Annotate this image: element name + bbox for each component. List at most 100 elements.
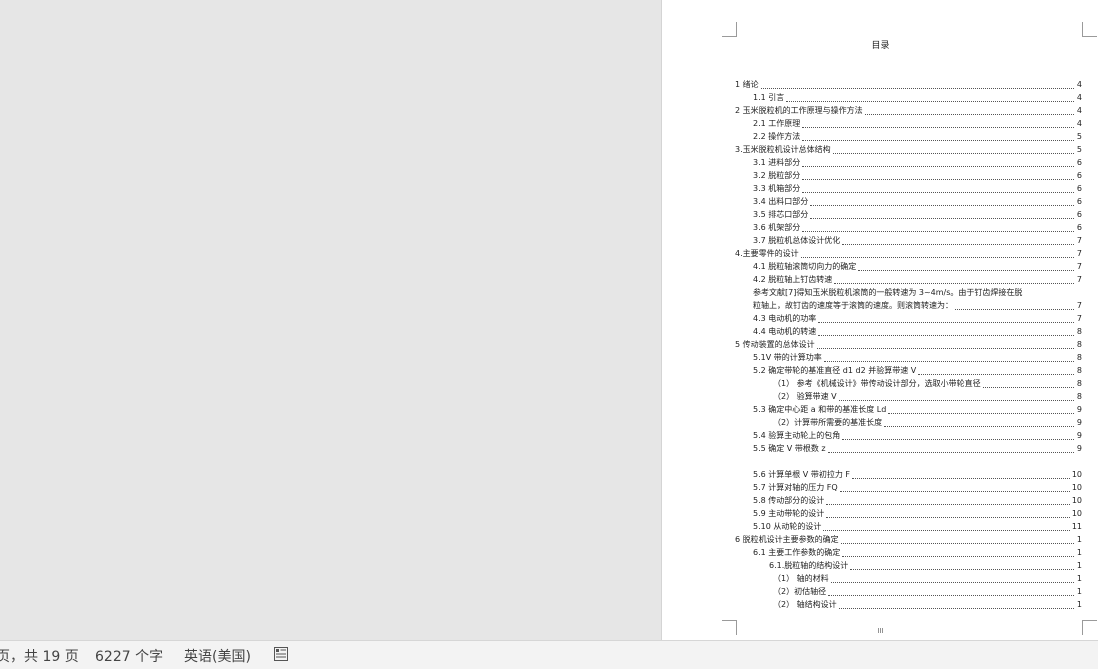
toc-leader-dots — [802, 178, 1074, 180]
toc-entry[interactable]: 1.1 引言 4 — [735, 91, 1082, 104]
toc-entry-page: 9 — [1076, 405, 1082, 414]
toc-entry[interactable]: （2） 轴结构设计 1 — [735, 598, 1082, 611]
toc-entry[interactable]: （2）计算带所需要的基准长度 9 — [735, 416, 1082, 429]
toc-entry-text: 5.1V 带的计算功率 — [753, 353, 822, 362]
toc-entry-page: 1 — [1076, 600, 1082, 609]
page-count-status[interactable]: 页，共 19 页 — [0, 646, 79, 666]
language-status[interactable]: 英语(美国) — [184, 646, 251, 666]
toc-entry-page: 4 — [1076, 80, 1082, 89]
toc-entry[interactable]: 5.1V 带的计算功率 8 — [735, 351, 1082, 364]
toc-entry-page: 1 — [1076, 548, 1082, 557]
toc-leader-dots — [826, 503, 1070, 505]
toc-entry-page: 8 — [1076, 366, 1082, 375]
toc-entry[interactable]: 3.2 脱粒部分 6 — [735, 169, 1082, 182]
toc-leader-dots — [802, 139, 1074, 141]
toc-entry-text: （2）初估轴径 — [773, 587, 827, 596]
toc-entry[interactable]: 5.3 确定中心距 a 和带的基准长度 Ld 9 — [735, 403, 1082, 416]
toc-entry[interactable]: 5 传动装置的总体设计 8 — [735, 338, 1082, 351]
toc-entry[interactable]: 3.3 机箱部分 6 — [735, 182, 1082, 195]
toc-entry[interactable]: 5.5 确定 V 带根数 z 9 — [735, 442, 1082, 455]
toc-entry-text: （1） 轴的材料 — [773, 574, 829, 583]
toc-entry[interactable]: 4.1 脱粒轴滚筒切向力的确定 7 — [735, 260, 1082, 273]
toc-entry-page: 7 — [1076, 275, 1082, 284]
toc-leader-dots — [884, 425, 1074, 427]
toc-entry-text: 6.1.脱粒轴的结构设计 — [769, 561, 849, 570]
toc-entry[interactable]: 3.6 机架部分 6 — [735, 221, 1082, 234]
toc-entry[interactable]: 1 绪论 4 — [735, 78, 1082, 91]
toc-entry[interactable]: 4.主要零件的设计 7 — [735, 247, 1082, 260]
toc-entry-page: 8 — [1076, 353, 1082, 362]
crop-mark-top-left — [722, 22, 737, 37]
toc-leader-dots — [760, 87, 1074, 89]
toc-leader-dots — [810, 204, 1074, 206]
toc-entry-page: 7 — [1076, 249, 1082, 258]
toc-entry-page: 6 — [1076, 197, 1082, 206]
toc-entry-page: 6 — [1076, 171, 1082, 180]
toc-entry[interactable]: （1） 参考《机械设计》带传动设计部分，选取小带轮直径 8 — [735, 377, 1082, 390]
toc-title: 目录 — [871, 41, 890, 51]
toc-entry[interactable]: 6.1 主要工作参数的确定 1 — [735, 546, 1082, 559]
toc-entry[interactable]: 2.2 操作方法 5 — [735, 130, 1082, 143]
toc-entry[interactable]: 5.4 验算主动轮上的包角 9 — [735, 429, 1082, 442]
toc-entry-text: 6 脱粒机设计主要参数的确定 — [735, 535, 839, 544]
toc-entry[interactable]: （1） 轴的材料 1 — [735, 572, 1082, 585]
toc-entry-page: 9 — [1076, 418, 1082, 427]
toc-leader-dots — [839, 490, 1070, 492]
toc-entry[interactable]: 3.5 排芯口部分 6 — [735, 208, 1082, 221]
toc-entry-text: 4.主要零件的设计 — [735, 249, 799, 258]
toc-entry[interactable]: 4.4 电动机的转速 8 — [735, 325, 1082, 338]
document-page[interactable]: 目录 1 绪论 4 1.1 引言 4 2 玉米脱粒机的工作原理与操作方法 4 2.1 工作原… — [661, 0, 1098, 640]
toc-entry-text: 3.6 机架部分 — [753, 223, 801, 232]
toc-entry[interactable]: 2 玉米脱粒机的工作原理与操作方法 4 — [735, 104, 1082, 117]
toc-entry-page: 8 — [1076, 392, 1082, 401]
toc-entry[interactable]: （2） 验算带速 V 8 — [735, 390, 1082, 403]
toc-leader-dots — [802, 230, 1074, 232]
toc-entry-text: 5 传动装置的总体设计 — [735, 340, 815, 349]
toc-leader-dots — [858, 269, 1074, 271]
toc-entry[interactable]: 3.7 脱粒机总体设计优化 7 — [735, 234, 1082, 247]
toc-entry[interactable]: 5.2 确定带轮的基准直径 d1 d2 并验算带速 V 8 — [735, 364, 1082, 377]
toc-leader-dots — [840, 542, 1074, 544]
toc-leader-dots — [834, 282, 1074, 284]
toc-entry[interactable]: 3.1 进料部分 6 — [735, 156, 1082, 169]
toc-leader-dots — [818, 334, 1074, 336]
toc-entry-text: （2） 验算带速 V — [773, 392, 837, 401]
toc-entry[interactable]: 3.玉米脱粒机设计总体结构 5 — [735, 143, 1082, 156]
toc-entry[interactable]: 4.3 电动机的功率 7 — [735, 312, 1082, 325]
status-bar: 页，共 19 页 6227 个字 英语(美国) — [0, 640, 1098, 669]
toc-entry-page: 7 — [1076, 301, 1082, 310]
document-layout-icon[interactable] — [274, 647, 288, 661]
toc-entry[interactable]: 粒轴上，故钉齿的速度等于滚筒的速度。则滚筒转速为： 7 — [735, 299, 1082, 312]
toc-entry[interactable]: 5.8 传动部分的设计 10 — [735, 494, 1082, 507]
toc-leader-dots — [802, 191, 1074, 193]
toc-entry-text: 5.8 传动部分的设计 — [753, 496, 825, 505]
toc-entry-page: 10 — [1071, 509, 1082, 518]
toc-leader-dots — [888, 412, 1074, 414]
toc-entry[interactable]: 5.9 主动带轮的设计 10 — [735, 507, 1082, 520]
toc-entry[interactable]: 参考文献[7]得知玉米脱粒机滚筒的一般转速为 3~4m/s。由于钉齿焊接在脱 — [735, 286, 1082, 299]
toc-leader-dots — [802, 165, 1074, 167]
toc-leader-dots — [823, 360, 1074, 362]
toc-entry[interactable]: （2）初估轴径 1 — [735, 585, 1082, 598]
word-count-status[interactable]: 6227 个字 — [95, 646, 163, 666]
toc-entry[interactable] — [735, 455, 1082, 468]
toc-entry[interactable]: 6.1.脱粒轴的结构设计 1 — [735, 559, 1082, 572]
toc-leader-dots — [830, 581, 1074, 583]
toc-entry[interactable]: 2.1 工作原理 4 — [735, 117, 1082, 130]
toc-entry-text: 3.7 脱粒机总体设计优化 — [753, 236, 841, 245]
toc-leader-dots — [842, 438, 1074, 440]
toc-entry-page: 7 — [1076, 236, 1082, 245]
toc-leader-dots — [823, 529, 1070, 531]
toc-entry-text: （2） 轴结构设计 — [773, 600, 837, 609]
toc-entry[interactable]: 6 脱粒机设计主要参数的确定 1 — [735, 533, 1082, 546]
toc-entry[interactable]: 3.4 出料口部分 6 — [735, 195, 1082, 208]
toc-leader-dots — [816, 347, 1074, 349]
toc-entry[interactable]: 5.7 计算对轴的压力 FQ 10 — [735, 481, 1082, 494]
toc-entry[interactable]: 4.2 脱粒轴上钉齿转速 7 — [735, 273, 1082, 286]
toc-entry-page: 1 — [1076, 535, 1082, 544]
toc-entry[interactable]: 5.6 计算单根 V 带初拉力 F 10 — [735, 468, 1082, 481]
toc-leader-dots — [838, 607, 1074, 609]
toc-entry-text: 5.4 验算主动轮上的包角 — [753, 431, 841, 440]
toc-entry[interactable]: 5.10 从动轮的设计 11 — [735, 520, 1082, 533]
toc-entry-page: 8 — [1076, 327, 1082, 336]
